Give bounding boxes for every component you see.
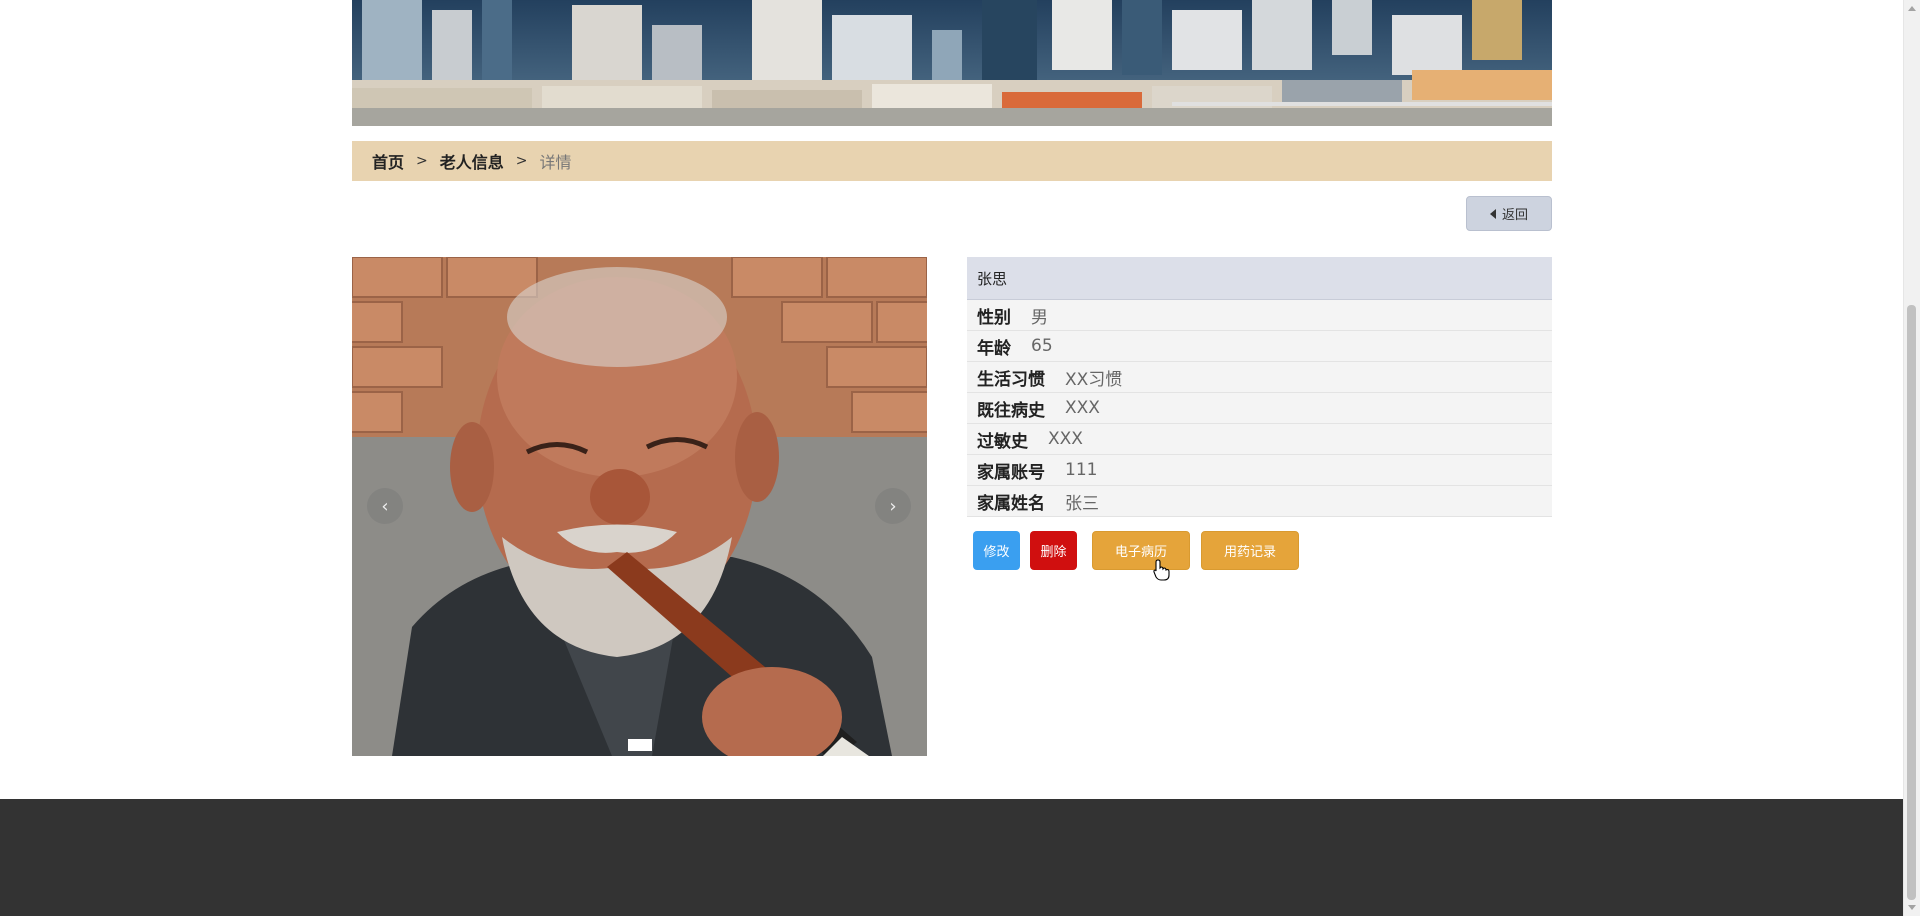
- info-value: 65: [1031, 336, 1053, 356]
- info-row-age: 年龄 65: [967, 331, 1552, 362]
- info-label: 年龄: [977, 338, 1011, 359]
- scroll-down-arrow-icon[interactable]: [1908, 905, 1916, 910]
- action-buttons: 修改 删除 电子病历 用药记录: [973, 531, 1299, 570]
- info-row-habits: 生活习惯 XX习惯: [967, 362, 1552, 393]
- hand-cursor-icon: [1153, 559, 1170, 581]
- edit-button[interactable]: 修改: [973, 531, 1020, 570]
- delete-button[interactable]: 删除: [1030, 531, 1077, 570]
- back-button[interactable]: 返回: [1466, 196, 1552, 231]
- electronic-medical-record-button[interactable]: 电子病历: [1092, 531, 1190, 570]
- info-row-gender: 性别 男: [967, 300, 1552, 331]
- breadcrumb-current: 详情: [539, 153, 572, 172]
- elder-name-header: 张思: [967, 257, 1552, 300]
- info-value: XX习惯: [1065, 369, 1123, 390]
- info-label: 过敏史: [977, 431, 1028, 452]
- info-value: 111: [1065, 460, 1098, 480]
- info-value: XXX: [1065, 398, 1100, 418]
- info-value: XXX: [1048, 429, 1083, 449]
- carousel-prev-button[interactable]: ‹: [367, 488, 403, 524]
- info-label: 既往病史: [977, 400, 1045, 421]
- info-label: 家属账号: [977, 462, 1045, 483]
- breadcrumb-separator: >: [416, 153, 428, 169]
- info-label: 家属姓名: [977, 493, 1045, 514]
- info-row-medical-history: 既往病史 XXX: [967, 393, 1552, 424]
- breadcrumb-home-link[interactable]: 首页: [372, 149, 404, 173]
- medication-record-button[interactable]: 用药记录: [1201, 531, 1299, 570]
- elder-info-panel: 张思 性别 男 年龄 65 生活习惯 XX习惯 既往病史 XXX 过敏史 XXX…: [967, 257, 1552, 517]
- back-button-label: 返回: [1501, 208, 1528, 223]
- info-label: 生活习惯: [977, 369, 1045, 390]
- info-row-family-name: 家属姓名 张三: [967, 486, 1552, 517]
- info-value: 张三: [1065, 493, 1099, 514]
- carousel-indicator-1[interactable]: [628, 739, 652, 751]
- scroll-up-arrow-icon[interactable]: [1908, 6, 1916, 11]
- scrollbar-thumb[interactable]: [1907, 305, 1916, 900]
- breadcrumb-separator: >: [515, 153, 528, 169]
- info-label: 性别: [977, 307, 1011, 328]
- caret-left-icon: [1489, 208, 1496, 219]
- page-footer: [0, 799, 1903, 916]
- photo-carousel: [352, 257, 927, 756]
- page: 首页 > 老人信息 > 详情 返回 ‹ › 张思 性别 男 年龄 65 生活习惯…: [0, 0, 1920, 916]
- info-row-family-account: 家属账号 111: [967, 455, 1552, 486]
- info-row-allergies: 过敏史 XXX: [967, 424, 1552, 455]
- vertical-scrollbar[interactable]: [1903, 0, 1920, 916]
- elder-portrait-image: [352, 257, 927, 756]
- city-banner-image: [352, 0, 1552, 126]
- carousel-next-button[interactable]: ›: [875, 488, 911, 524]
- breadcrumb-elder-info-link[interactable]: 老人信息: [440, 149, 504, 173]
- info-value: 男: [1031, 307, 1048, 328]
- breadcrumb: 首页 > 老人信息 > 详情: [352, 141, 1552, 181]
